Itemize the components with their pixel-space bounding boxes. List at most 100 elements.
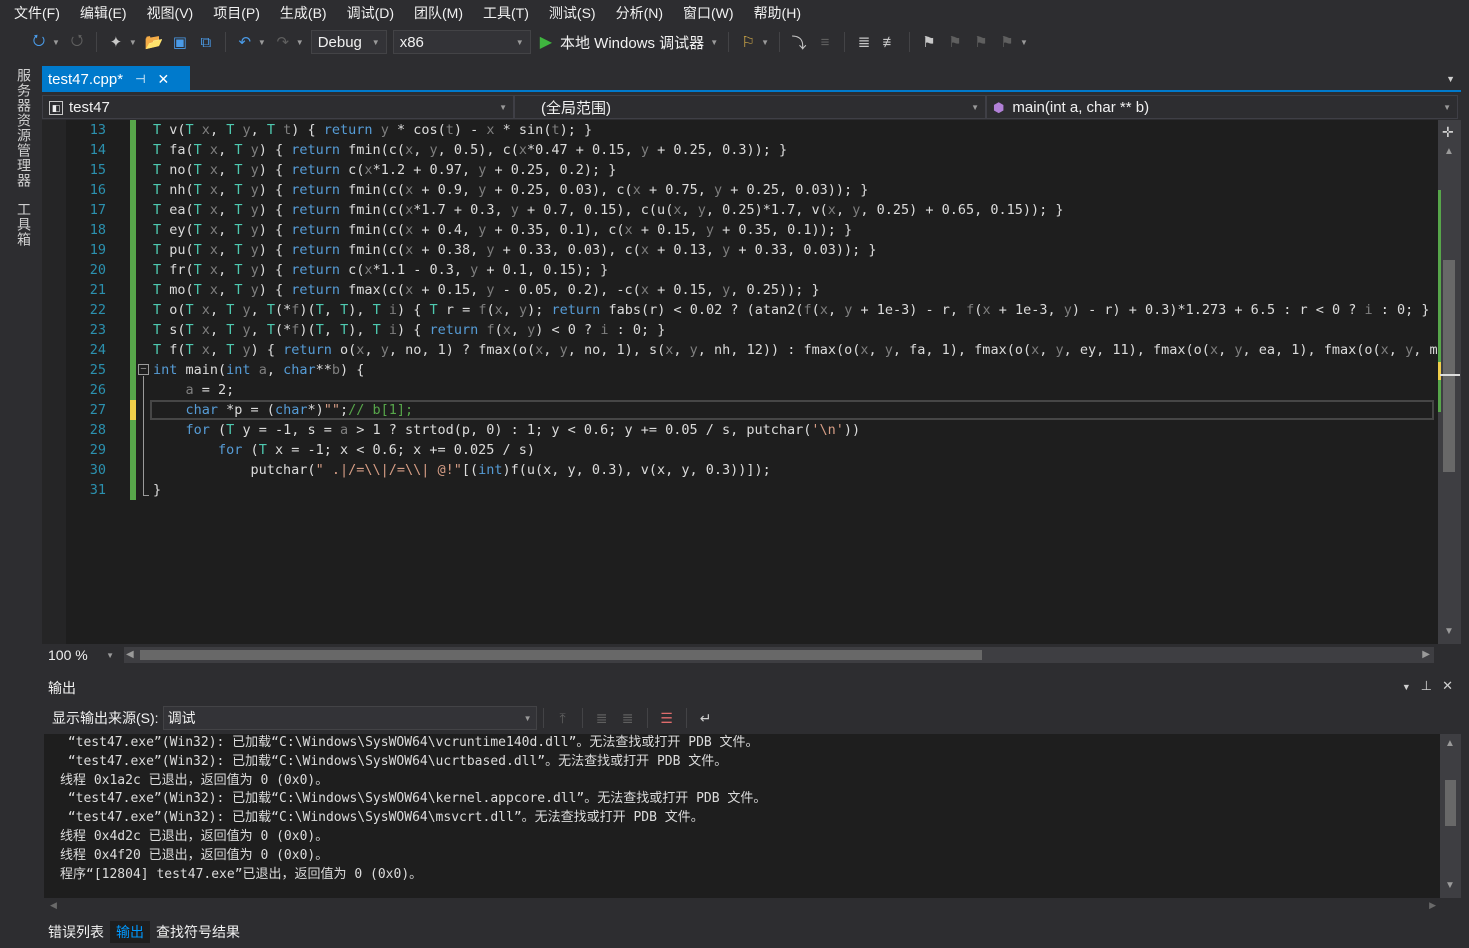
output-source-dropdown[interactable]: 调试 ▼ (162, 706, 537, 730)
code-line[interactable]: 20 T fr(T x, T y) { return c(x*1.1 - 0.3,… (42, 260, 1438, 280)
previous-bookmark-icon[interactable]: ⚑ (944, 31, 966, 53)
tab-find-symbol-results[interactable]: 查找符号结果 (150, 921, 246, 943)
toolbox-tab[interactable]: 工具箱 (14, 202, 34, 247)
tab-test47-cpp[interactable]: test47.cpp* ⊣ ✕ (42, 66, 190, 92)
tab-output[interactable]: 输出 (110, 921, 150, 943)
navigate-back-icon[interactable]: ⭮ (28, 31, 50, 53)
code-line[interactable]: 30 putchar(" .|/=\\|/=\\| @!"[(int)f(u(x… (42, 460, 1438, 480)
scroll-down-icon[interactable]: ▼ (1445, 880, 1455, 891)
menu-view[interactable]: 视图(V) (139, 0, 206, 26)
code-line[interactable]: 18 T ey(T x, T y) { return fmin(c(x + 0.4… (42, 220, 1438, 240)
collapse-outline-icon[interactable]: − (138, 364, 149, 375)
code-line[interactable]: 17 T ea(T x, T y) { return fmin(c(x*1.7 +… (42, 200, 1438, 220)
undo-icon[interactable]: ↶ (234, 31, 256, 53)
menu-build[interactable]: 生成(B) (272, 0, 339, 26)
menu-tools[interactable]: 工具(T) (475, 0, 541, 26)
clear-bookmarks-icon[interactable]: ⚑ (996, 31, 1018, 53)
code-line[interactable]: 23 T s(T x, T y, T(*f)(T, T), T i) { retu… (42, 320, 1438, 340)
code-line[interactable]: 24 T f(T x, T y) { return o(x, y, no, 1) … (42, 340, 1438, 360)
open-file-icon[interactable]: 📂 (143, 31, 165, 53)
menu-debug[interactable]: 调试(D) (339, 0, 406, 26)
find-message-icon[interactable]: ⤒ (552, 707, 574, 729)
code-line[interactable]: 13 T v(T x, T y, T t) { return y * cos(t)… (42, 120, 1438, 140)
uncomment-icon[interactable]: ≢ (879, 31, 901, 53)
menu-team[interactable]: 团队(M) (406, 0, 475, 26)
menu-analyze[interactable]: 分析(N) (608, 0, 675, 26)
code-line[interactable]: 29 for (T x = -1; x < 0.6; x += 0.025 / … (42, 440, 1438, 460)
scroll-right-icon[interactable]: ▶ (1422, 647, 1430, 663)
chevron-down-icon[interactable]: ▼ (296, 38, 304, 47)
code-editor[interactable]: 13 T v(T x, T y, T t) { return y * cos(t)… (42, 120, 1438, 644)
output-vertical-scrollbar[interactable]: ▲ ▼ (1440, 734, 1461, 898)
member-dropdown[interactable]: ⬢ main(int a, char ** b) ▼ (986, 95, 1458, 119)
project-dropdown[interactable]: ◧ test47 ▼ (42, 95, 514, 119)
scroll-right-icon[interactable]: ▶ (1429, 900, 1436, 911)
code-line[interactable]: 27 char *p = (char*)"";// b[1]; (42, 400, 1438, 420)
start-debugging-button[interactable]: ▶ 本地 Windows 调试器 ▼ (540, 32, 722, 53)
menu-edit[interactable]: 编辑(E) (72, 0, 139, 26)
chevron-down-icon[interactable]: ▼ (1446, 74, 1455, 84)
new-project-icon[interactable]: ✦ (105, 31, 127, 53)
code-line[interactable]: 26 a = 2; (42, 380, 1438, 400)
code-line[interactable]: 14 T fa(T x, T y) { return fmin(c(x, y, 0… (42, 140, 1438, 160)
chevron-down-icon[interactable]: ▼ (761, 38, 769, 47)
navigate-forward-icon[interactable]: ⭯ (66, 31, 88, 53)
scroll-left-icon[interactable]: ◀ (126, 647, 134, 663)
code-token: T (185, 122, 194, 138)
menu-project[interactable]: 项目(P) (205, 0, 272, 26)
next-message-icon[interactable]: ≣ (617, 707, 639, 729)
server-explorer-tab[interactable]: 服务器资源管理器 (14, 68, 34, 188)
code-line[interactable]: 28 for (T y = -1, s = a > 1 ? strtod(p, … (42, 420, 1438, 440)
close-icon[interactable]: ✕ (1442, 678, 1453, 696)
zoom-dropdown[interactable]: 100 % ▼ (42, 645, 120, 665)
save-icon[interactable]: ▣ (169, 31, 191, 53)
word-wrap-icon[interactable]: ↵ (695, 707, 717, 729)
menu-help[interactable]: 帮助(H) (746, 0, 813, 26)
scroll-down-icon[interactable]: ▼ (1444, 626, 1454, 637)
solution-platform-dropdown[interactable]: x86 ▼ (392, 30, 531, 54)
code-line[interactable]: 21 T mo(T x, T y) { return fmax(c(x + 0.1… (42, 280, 1438, 300)
output-horizontal-scrollbar[interactable]: ◀ ▶ (44, 898, 1440, 916)
chevron-down-icon[interactable]: ▼ (129, 38, 137, 47)
code-line[interactable]: 25 int main(int a, char**b) { (42, 360, 1438, 380)
scroll-thumb[interactable] (1443, 260, 1455, 472)
code-line[interactable]: 16 T nh(T x, T y) { return fmin(c(x + 0.9… (42, 180, 1438, 200)
scroll-up-icon[interactable]: ▲ (1444, 146, 1454, 157)
chevron-down-icon[interactable]: ▼ (1020, 38, 1028, 47)
chevron-down-icon[interactable]: ▼ (258, 38, 266, 47)
scroll-up-icon[interactable]: ▲ (1445, 738, 1455, 749)
menu-test[interactable]: 测试(S) (541, 0, 608, 26)
code-line[interactable]: 22 T o(T x, T y, T(*f)(T, T), T i) { T r … (42, 300, 1438, 320)
step-into-icon[interactable]: ≡ (814, 31, 836, 53)
comment-out-icon[interactable]: ≣ (853, 31, 875, 53)
pin-icon[interactable]: ⊣ (135, 72, 145, 86)
redo-icon[interactable]: ↷ (272, 31, 294, 53)
scroll-left-icon[interactable]: ◀ (50, 900, 57, 911)
code-line[interactable]: 15 T no(T x, T y) { return c(x*1.2 + 0.97… (42, 160, 1438, 180)
bookmark-icon[interactable]: ⚑ (918, 31, 940, 53)
output-text-area[interactable]: “test47.exe”(Win32): 已加载“C:\Windows\SysW… (44, 734, 1440, 898)
clear-all-icon[interactable]: ☰ (656, 707, 678, 729)
editor-vertical-scrollbar[interactable]: ✛ ▲ ▼ (1438, 120, 1461, 644)
split-window-icon[interactable]: ✛ (1442, 124, 1454, 141)
find-in-files-icon[interactable]: ⚐ (737, 31, 759, 53)
scope-dropdown[interactable]: (全局范围) ▼ (514, 95, 986, 119)
scroll-thumb[interactable] (140, 650, 982, 660)
save-all-icon[interactable]: ⧉ (195, 31, 217, 53)
next-bookmark-icon[interactable]: ⚑ (970, 31, 992, 53)
window-position-icon[interactable]: ▼ (1402, 678, 1411, 696)
code-line[interactable]: 31} (42, 480, 1438, 500)
menu-window[interactable]: 窗口(W) (675, 0, 746, 26)
solution-configuration-dropdown[interactable]: Debug ▼ (310, 30, 387, 54)
close-icon[interactable]: ✕ (158, 71, 170, 88)
previous-message-icon[interactable]: ≣ (591, 707, 613, 729)
code-line[interactable]: 19 T pu(T x, T y) { return fmin(c(x + 0.3… (42, 240, 1438, 260)
code-token: y (429, 142, 438, 158)
step-over-icon[interactable]: ⤵ (788, 31, 810, 53)
pin-icon[interactable]: ⊥ (1421, 678, 1432, 696)
editor-horizontal-scrollbar[interactable]: ◀ ▶ (124, 647, 1434, 663)
tab-error-list[interactable]: 错误列表 (42, 921, 110, 943)
chevron-down-icon[interactable]: ▼ (52, 38, 60, 47)
menu-file[interactable]: 文件(F) (6, 0, 72, 26)
scroll-thumb[interactable] (1445, 780, 1456, 826)
